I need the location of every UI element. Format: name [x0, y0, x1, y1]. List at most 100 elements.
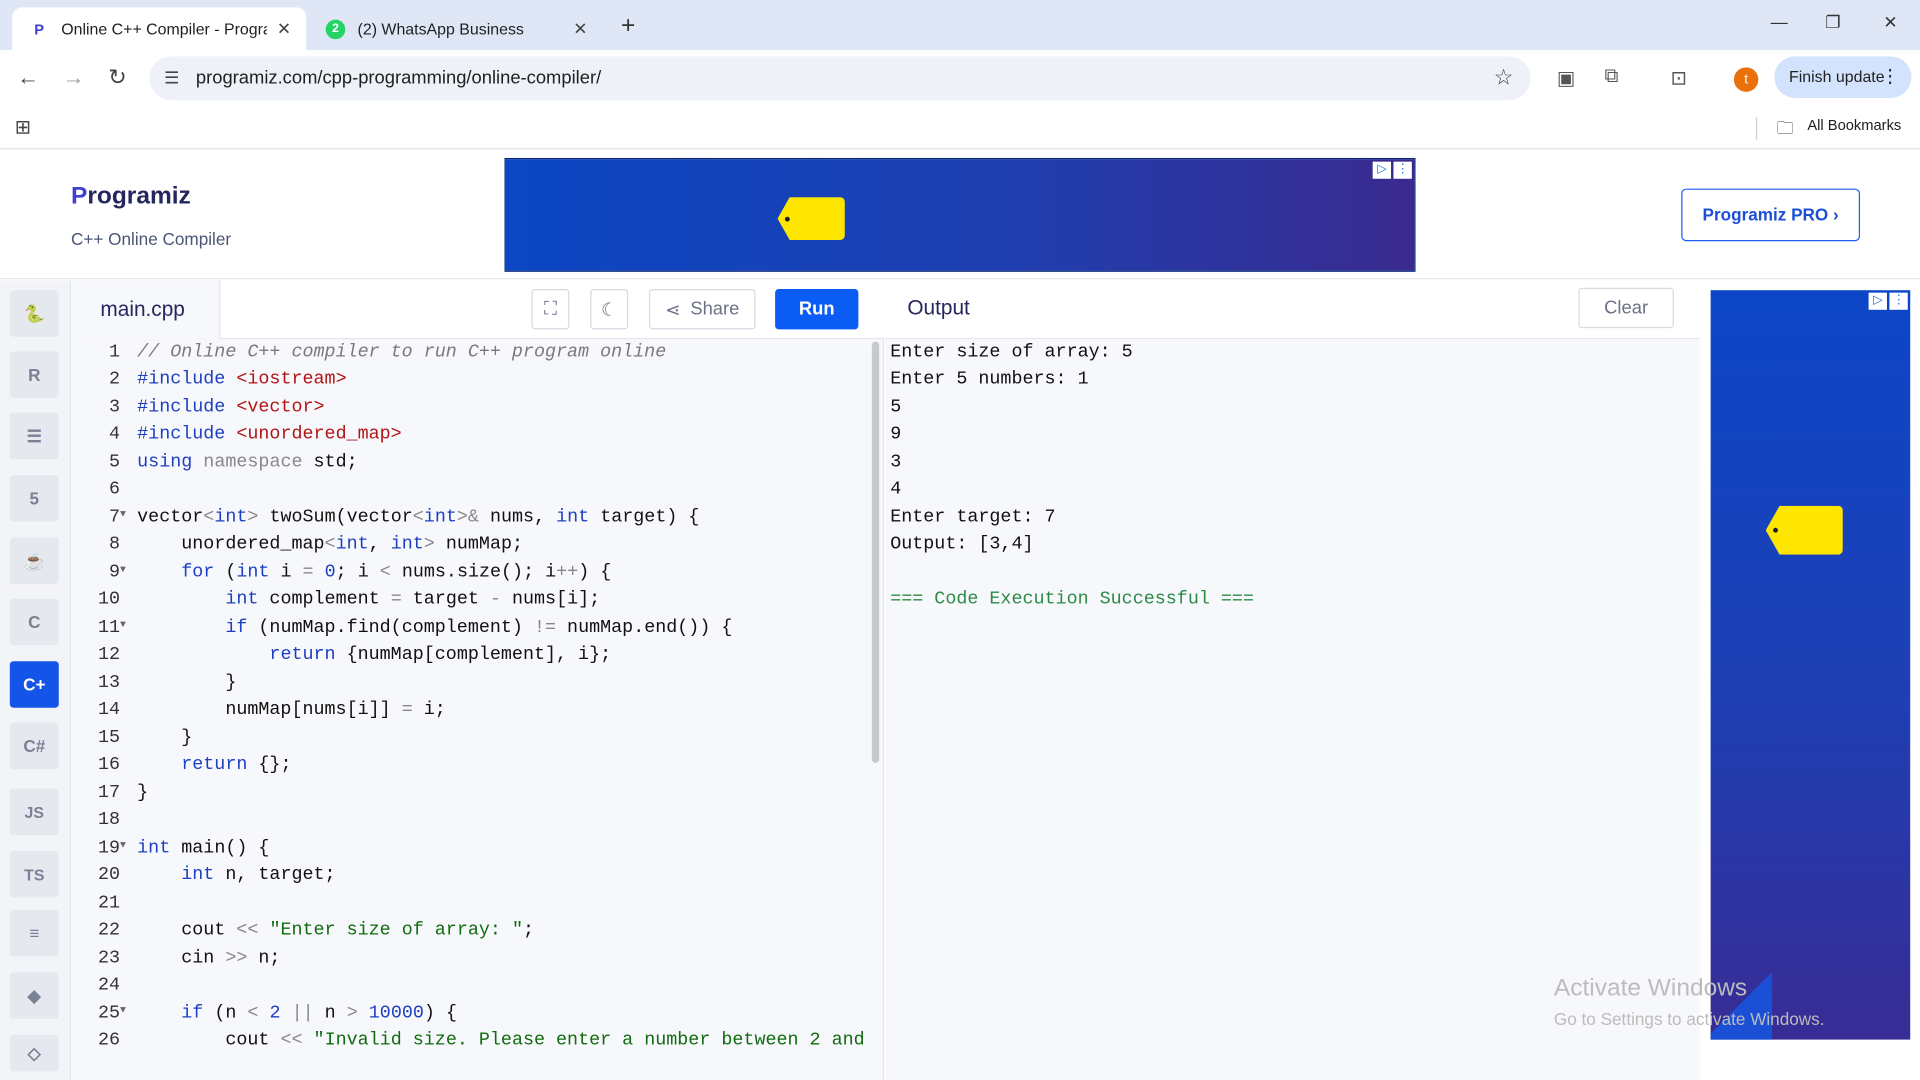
line-number: 24: [97, 974, 121, 996]
fold-arrow-icon[interactable]: ▼: [120, 1005, 132, 1016]
menu-dots-icon[interactable]: ⋮: [1881, 65, 1899, 87]
all-bookmarks-link[interactable]: All Bookmarks: [1807, 116, 1901, 133]
r-lang-icon[interactable]: R: [9, 351, 59, 398]
browser-toolbar: ← → ↻ ☰ programiz.com/cpp-programming/on…: [0, 50, 1920, 108]
html5-icon[interactable]: 5: [9, 475, 59, 522]
line-number: 21: [97, 892, 121, 914]
top-ad-banner[interactable]: ▷ ⋮: [504, 157, 1416, 272]
profile-avatar[interactable]: t: [1733, 67, 1759, 92]
dark-mode-icon[interactable]: ☾: [590, 288, 629, 330]
adchoices-icon[interactable]: ▷: [1868, 292, 1887, 310]
tab-title: Online C++ Compiler - Program: [61, 19, 267, 38]
site-settings-icon[interactable]: ☰: [164, 67, 179, 88]
back-icon[interactable]: ←: [15, 65, 42, 91]
code-line: #include <iostream>: [137, 368, 347, 390]
line-number: 1: [108, 341, 121, 363]
line-number: 3: [108, 396, 121, 418]
line-number: 14: [97, 699, 121, 721]
adchoices-icon[interactable]: ▷: [1372, 161, 1392, 179]
editor-scrollbar[interactable]: [871, 341, 880, 763]
rust-icon[interactable]: ◇: [9, 1034, 59, 1072]
price-tag-icon: [777, 197, 845, 241]
run-button[interactable]: Run: [775, 288, 859, 330]
restore-icon[interactable]: ❐: [1821, 12, 1845, 33]
activate-windows-title: Activate Windows: [1553, 974, 1748, 1002]
code-line: unordered_map<int, int> numMap;: [137, 533, 524, 555]
line-number: 10: [97, 588, 121, 610]
line-number: 13: [97, 672, 121, 694]
fold-arrow-icon[interactable]: ▼: [120, 840, 132, 851]
whatsapp-favicon-icon: 2: [325, 18, 346, 39]
divider: [1755, 117, 1758, 140]
line-number: 16: [97, 754, 121, 776]
close-window-icon[interactable]: ✕: [1878, 12, 1902, 33]
javascript-icon[interactable]: JS: [9, 788, 59, 836]
reload-icon[interactable]: ↻: [104, 65, 131, 91]
code-line: vector<int> twoSum(vector<int>& nums, in…: [137, 506, 700, 528]
extension-icon[interactable]: ▣: [1553, 66, 1580, 90]
csharp-lang-icon[interactable]: C#: [9, 722, 59, 769]
code-line: return {numMap[complement], i};: [269, 644, 612, 665]
side-ad-banner[interactable]: ▷ ⋮: [1710, 290, 1911, 1040]
java-icon[interactable]: ☕: [9, 537, 59, 585]
ad-menu-icon[interactable]: ⋮: [1889, 292, 1908, 310]
code-line: if (n < 2 || n > 10000) {: [181, 1002, 457, 1024]
line-number: 23: [97, 947, 121, 969]
fold-arrow-icon[interactable]: ▼: [120, 564, 132, 575]
programiz-pro-button[interactable]: Programiz PRO ›: [1681, 188, 1861, 242]
execution-status: === Code Execution Successful ===: [890, 588, 1254, 610]
output-line: Output: [3,4]: [890, 533, 1034, 555]
fold-arrow-icon[interactable]: ▼: [120, 620, 132, 631]
share-button[interactable]: ⋖ Share: [648, 288, 756, 330]
output-header: Output Clear: [885, 280, 1700, 340]
output-title: Output: [907, 296, 970, 320]
ad-choices[interactable]: ▷ ⋮: [1868, 292, 1908, 310]
clear-button[interactable]: Clear: [1578, 287, 1674, 329]
c-lang-icon[interactable]: C: [9, 598, 59, 646]
line-number: 2: [108, 368, 121, 390]
code-line: using namespace std;: [137, 451, 358, 473]
forward-icon[interactable]: →: [60, 65, 87, 91]
folder-icon[interactable]: 🗀: [1777, 115, 1794, 144]
puzzle-icon[interactable]: ⧉: [1598, 66, 1625, 88]
new-tab-icon[interactable]: +: [616, 12, 640, 40]
line-number: 20: [97, 864, 121, 886]
sql-database-icon[interactable]: ☰: [9, 412, 59, 460]
code-line: }: [137, 782, 149, 804]
site-header: Programiz C++ Online Compiler ▷ ⋮ Program…: [0, 150, 1920, 280]
apps-grid-icon[interactable]: ⊞: [15, 115, 31, 139]
finish-update-button[interactable]: Finish update ⋮: [1774, 56, 1912, 98]
code-area[interactable]: 1 2 3 4 5 6 7 8 9 10 11 12 13 14 15 16 1…: [71, 339, 884, 1080]
line-number: 19: [97, 837, 121, 859]
code-line: // Online C++ compiler to run C++ progra…: [137, 341, 667, 363]
tab-programiz[interactable]: P Online C++ Compiler - Program ✕: [12, 7, 307, 51]
output-line: 3: [890, 451, 902, 473]
fullscreen-icon[interactable]: ⛶: [531, 288, 570, 330]
bookmark-star-icon[interactable]: ☆: [1494, 65, 1514, 91]
activate-windows-subtitle: Go to Settings to activate Windows.: [1553, 1008, 1825, 1029]
minimize-icon[interactable]: —: [1767, 12, 1791, 32]
ad-menu-icon[interactable]: ⋮: [1393, 161, 1412, 179]
go-lang-icon[interactable]: ≡: [9, 909, 59, 957]
file-tab-main-cpp[interactable]: main.cpp: [71, 280, 221, 340]
typescript-icon[interactable]: TS: [9, 851, 59, 898]
code-line: cout << "Enter size of array: ";: [137, 919, 535, 941]
tab-whatsapp[interactable]: 2 (2) WhatsApp Business ✕: [309, 7, 603, 50]
cpp-lang-icon[interactable]: C+: [9, 661, 59, 708]
programiz-logo[interactable]: Programiz: [71, 182, 191, 210]
address-bar[interactable]: ☰ programiz.com/cpp-programming/online-c…: [149, 56, 1531, 101]
output-line: 5: [890, 396, 902, 418]
python-icon[interactable]: 🐍: [9, 290, 59, 337]
share-label: Share: [690, 298, 740, 320]
close-tab-icon[interactable]: ✕: [274, 18, 294, 39]
code-line: int n, target;: [181, 864, 336, 886]
fold-arrow-icon[interactable]: ▼: [120, 509, 132, 520]
output-line: 4: [890, 478, 902, 500]
close-tab-icon[interactable]: ✕: [571, 18, 591, 39]
cast-icon[interactable]: ⊡: [1665, 66, 1692, 90]
code-line: #include <vector>: [137, 396, 325, 418]
ad-choices[interactable]: ▷ ⋮: [1372, 161, 1412, 179]
line-number: 26: [97, 1029, 121, 1051]
code-line: int complement = target - nums[i];: [225, 588, 601, 610]
swift-icon[interactable]: ◆: [9, 972, 59, 1019]
